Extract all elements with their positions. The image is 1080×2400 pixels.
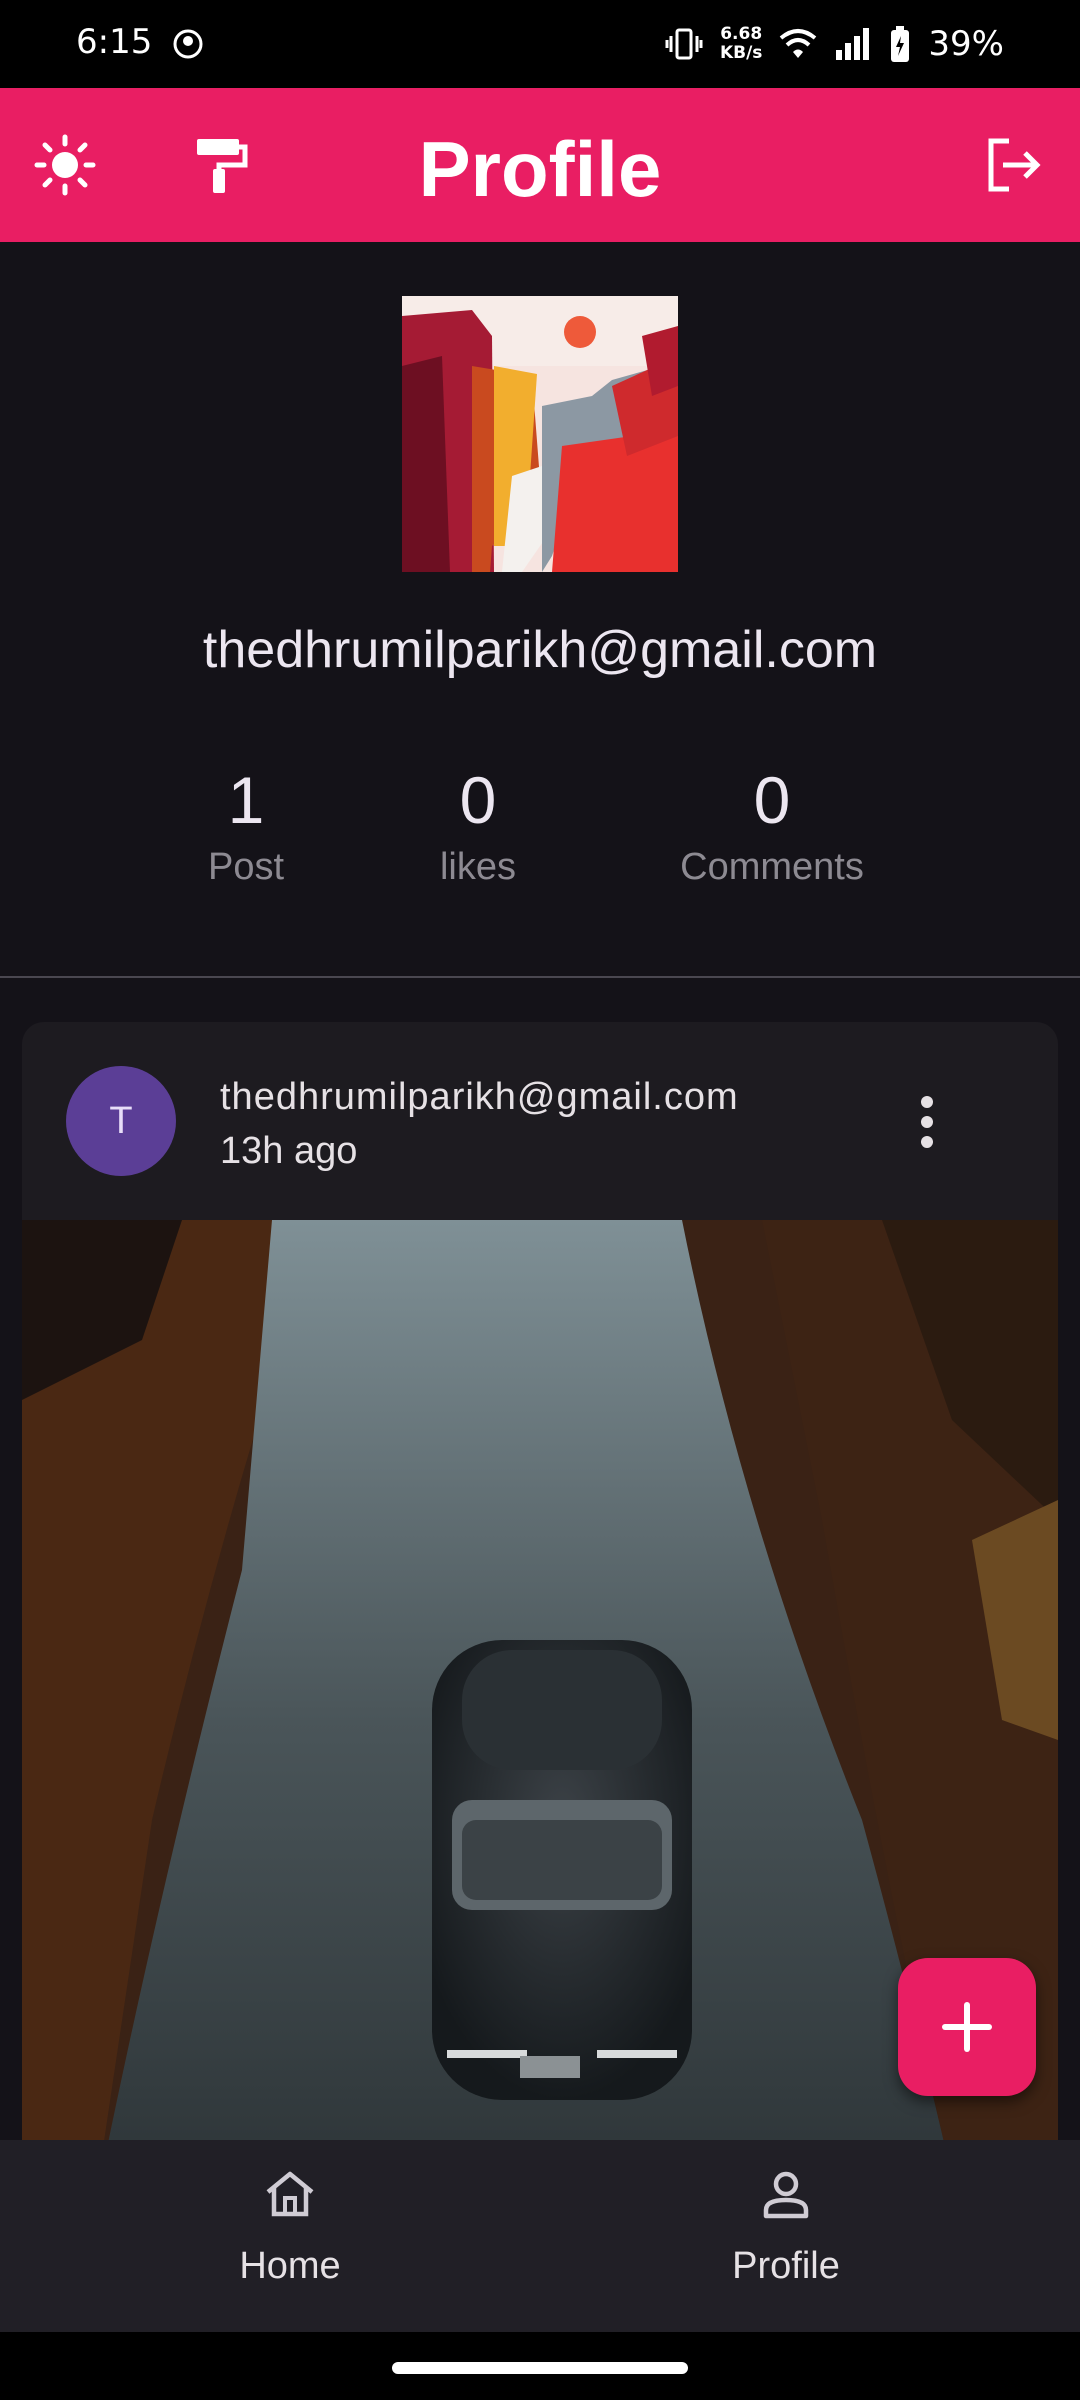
nav-item-profile-label: Profile [732,2245,840,2287]
app-bar: Profile [0,88,1080,242]
stat-posts-label: Post [207,846,285,888]
profile-stats: 1 Post 0 likes 0 Comments [0,762,1080,912]
status-time: 6:15 [76,22,153,62]
battery-percent: 39% [928,24,1004,64]
nav-item-profile[interactable]: Profile [636,2166,936,2288]
person-icon [763,2171,809,2219]
profile-picture[interactable] [402,296,678,572]
add-icon [942,2002,992,2052]
nav-item-home-label: Home [239,2245,341,2287]
post-author-avatar[interactable]: T [66,1066,176,1176]
divider [0,976,1080,978]
status-bar: 6:15 6.68 KB/s 39% [0,0,1080,88]
nav-item-home[interactable]: Home [140,2166,440,2288]
stat-posts: 1 Post [116,762,376,889]
battery-icon [891,26,910,62]
gesture-navigation-area [0,2332,1080,2400]
post-more-options-button[interactable] [902,1094,952,1150]
add-post-button[interactable] [898,1958,1036,2096]
vibrate-icon [665,28,703,60]
stat-comments: 0 Comments [642,762,902,889]
logout-button[interactable] [976,128,1050,202]
post-author: thedhrumilparikh@gmail.com [220,1076,739,1118]
more-vert-icon [921,1096,933,1148]
network-speed: 6.68 KB/s [719,24,763,63]
stat-comments-value: 0 [753,763,791,837]
home-icon [266,2171,314,2217]
post-timestamp: 13h ago [220,1130,358,1172]
bottom-navigation: Home Profile [0,2140,1080,2332]
wifi-icon [780,29,817,58]
gesture-handle[interactable] [392,2362,688,2374]
page-title: Profile [418,125,662,213]
signal-icon [836,28,870,60]
profile-screen: 6:15 6.68 KB/s 39% Profile thedhrumilpar… [0,0,1080,2400]
stat-likes-value: 0 [459,763,497,837]
profile-email: thedhrumilparikh@gmail.com [202,621,878,679]
stat-likes: 0 likes [348,762,608,889]
profile-picture-art [402,296,678,572]
logout-icon [988,138,1041,192]
stat-posts-value: 1 [227,763,265,837]
app-notification-icon [173,29,203,59]
stat-likes-label: likes [439,846,517,888]
status-indicators: 6.68 KB/s 39% [664,20,1004,68]
stat-comments-label: Comments [680,846,864,888]
